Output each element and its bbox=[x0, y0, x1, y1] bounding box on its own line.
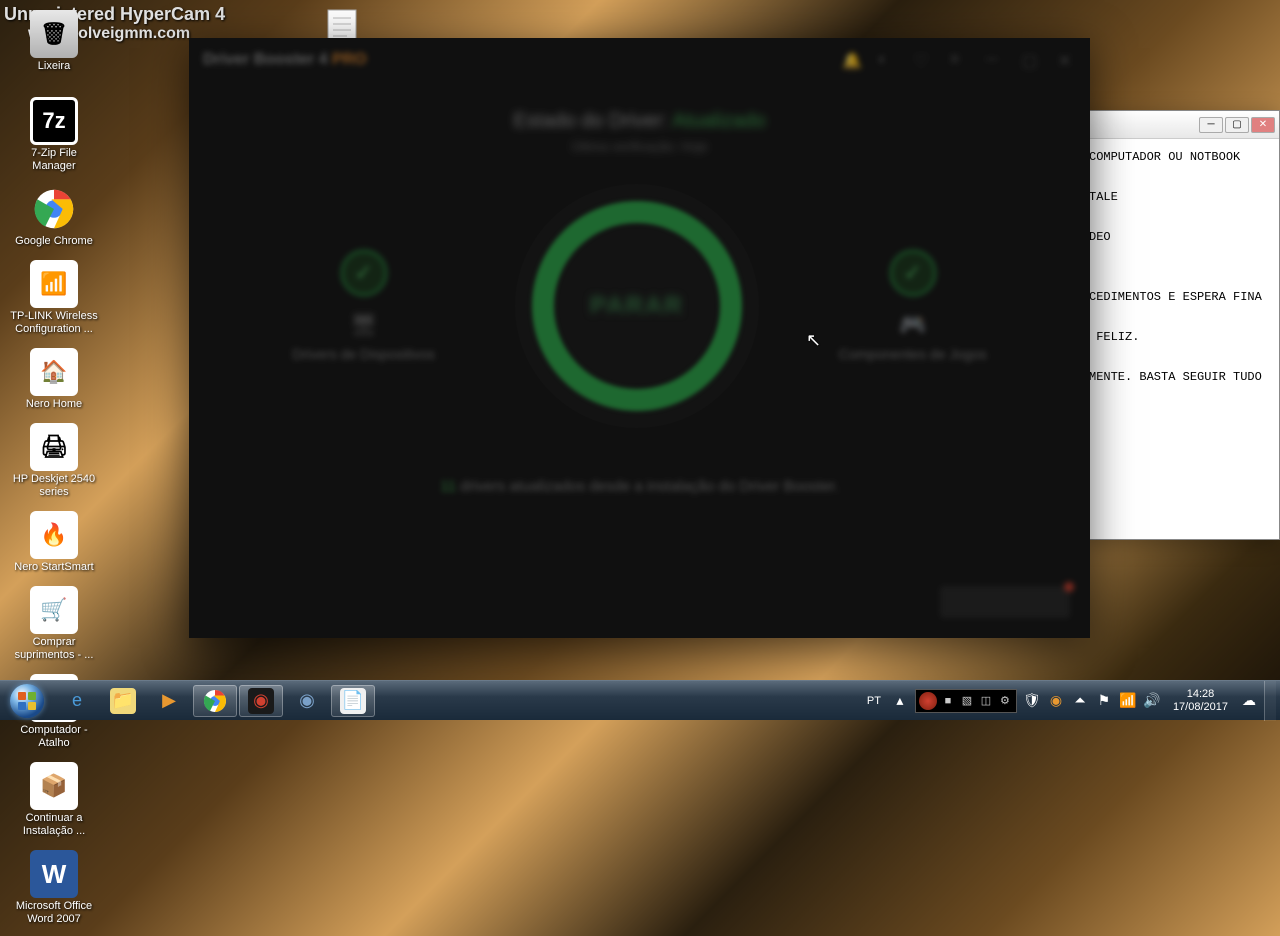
tray-flag-icon[interactable]: ⚑ bbox=[1095, 692, 1113, 710]
tray-cloud-icon[interactable]: ☁ bbox=[1240, 692, 1258, 710]
icon-label: Google Chrome bbox=[15, 235, 93, 248]
menu-icon[interactable]: ≡ bbox=[950, 51, 968, 69]
minimize-button[interactable]: ─ bbox=[1199, 117, 1223, 133]
scan-ring[interactable]: PARAR bbox=[515, 184, 759, 428]
desktop-icon-word[interactable]: WMicrosoft Office Word 2007 bbox=[6, 846, 102, 930]
icon-label: Microsoft Office Word 2007 bbox=[10, 900, 98, 926]
tray-iobit-icon[interactable]: ◉ bbox=[1047, 692, 1065, 710]
like-icon[interactable]: ♡ bbox=[914, 51, 932, 69]
maximize-icon[interactable]: ▢ bbox=[1022, 51, 1040, 69]
icon-label: HP Deskjet 2540 series bbox=[10, 473, 98, 499]
notepad-titlebar[interactable]: ─ ▢ ✕ bbox=[1081, 111, 1279, 139]
tplink-icon: 📶 bbox=[30, 260, 78, 308]
screenshot-icon[interactable]: ▧ bbox=[959, 693, 975, 709]
taskbar-clock[interactable]: 14:28 17/08/2017 bbox=[1167, 688, 1234, 714]
close-icon[interactable]: ✕ bbox=[1058, 51, 1076, 69]
chrome-icon bbox=[30, 185, 78, 233]
db-title: Driver Booster 4 PRO bbox=[203, 51, 367, 69]
lixeira-icon: 🗑 bbox=[30, 10, 78, 58]
monitor-icon: 🖥 bbox=[350, 312, 378, 338]
desktop-icon-7zip[interactable]: 7z7-Zip File Manager bbox=[6, 93, 102, 177]
gamepad-icon: 🎮 bbox=[899, 312, 926, 338]
db-right-caption: Componentes de Jogos bbox=[839, 346, 987, 362]
taskbar-chrome[interactable] bbox=[193, 685, 237, 717]
tray-chevron-up-icon[interactable]: ▴ bbox=[891, 692, 909, 710]
nerohome-icon: 🏠 bbox=[30, 348, 78, 396]
start-button[interactable] bbox=[0, 681, 54, 721]
desktop-icon-lixeira[interactable]: 🗑 Lixeira bbox=[6, 6, 102, 77]
nerostart-icon: 🔥 bbox=[30, 511, 78, 559]
notepad-body[interactable]: COMPUTADOR OU NOTBOOK TALE DEO CEDIMENTO… bbox=[1081, 139, 1279, 395]
comprar-icon: 🛒 bbox=[30, 586, 78, 634]
minimize-icon[interactable]: ─ bbox=[986, 51, 1004, 69]
desktop-icon-comprar[interactable]: 🛒Comprar suprimentos - ... bbox=[6, 582, 102, 666]
notepad-window[interactable]: ─ ▢ ✕ COMPUTADOR OU NOTBOOK TALE DEO CED… bbox=[1080, 110, 1280, 540]
db-left-panel[interactable]: ✓ 🖥 Drivers de Dispositivos bbox=[292, 250, 434, 362]
taskbar[interactable]: e 📁 ▶ ◉ ◉ 📄 PT ▴ ■ ▧ ◫ ⚙ 🛡 ◉ ⏶ ⚑ 📶 🔊 14:… bbox=[0, 680, 1280, 720]
icon-label: TP-LINK Wireless Configuration ... bbox=[10, 310, 98, 336]
taskbar-driverbooster[interactable]: ◉ bbox=[239, 685, 283, 717]
close-button[interactable]: ✕ bbox=[1251, 117, 1275, 133]
check-icon: ✓ bbox=[890, 250, 936, 296]
desktop-icon-tplink[interactable]: 📶TP-LINK Wireless Configuration ... bbox=[6, 256, 102, 340]
icon-label: Comprar suprimentos - ... bbox=[10, 636, 98, 662]
tray-network-icon[interactable]: 📶 bbox=[1119, 692, 1137, 710]
region-icon[interactable]: ◫ bbox=[978, 693, 994, 709]
taskbar-wmplayer[interactable]: ▶ bbox=[147, 685, 191, 717]
desktop-icon-nerostart[interactable]: 🔥 Nero StartSmart bbox=[6, 507, 102, 578]
tray-volume-icon[interactable]: 🔊 bbox=[1143, 692, 1161, 710]
hypercam-recorder[interactable]: ■ ▧ ◫ ⚙ bbox=[915, 689, 1017, 713]
taskbar-ie[interactable]: e bbox=[55, 685, 99, 717]
scan-ring-label: PARAR bbox=[590, 292, 684, 320]
db-titlebar[interactable]: Driver Booster 4 PRO 🔔 ◐ ♡ ≡ ─ ▢ ✕ bbox=[189, 38, 1090, 82]
7zip-icon: 7z bbox=[30, 97, 78, 145]
tray-security-icon[interactable]: 🛡 bbox=[1023, 692, 1041, 710]
tray-chevron-icon[interactable]: ⏶ bbox=[1071, 692, 1089, 710]
hp-icon: 🖨 bbox=[30, 423, 78, 471]
db-action-button[interactable] bbox=[940, 586, 1070, 618]
db-right-panel[interactable]: ✓ 🎮 Componentes de Jogos bbox=[839, 250, 987, 362]
taskbar-explorer[interactable]: 📁 bbox=[101, 685, 145, 717]
desktop-icon-hp[interactable]: 🖨HP Deskjet 2540 series bbox=[6, 419, 102, 503]
word-icon: W bbox=[30, 850, 78, 898]
icon-label: Continuar a Instalação ... bbox=[10, 812, 98, 838]
system-tray: PT ▴ ■ ▧ ◫ ⚙ 🛡 ◉ ⏶ ⚑ 📶 🔊 14:28 17/08/201… bbox=[863, 681, 1280, 720]
settings-icon[interactable]: ⚙ bbox=[997, 693, 1013, 709]
icon-label: Nero Home bbox=[26, 398, 82, 411]
continuar-icon: 📦 bbox=[30, 762, 78, 810]
theme-icon[interactable]: ◐ bbox=[878, 51, 896, 69]
maximize-button[interactable]: ▢ bbox=[1225, 117, 1249, 133]
taskbar-notepad[interactable]: 📄 bbox=[331, 685, 375, 717]
record-icon[interactable] bbox=[919, 692, 937, 710]
desktop: 🗑 Lixeira 7z7-Zip File Manager Google Chrom… bbox=[0, 0, 200, 936]
desktop-icon-chrome[interactable]: Google Chrome bbox=[6, 181, 102, 252]
desktop-icon-nerohome[interactable]: 🏠 Nero Home bbox=[6, 344, 102, 415]
check-icon: ✓ bbox=[341, 250, 387, 296]
notify-icon[interactable]: 🔔 bbox=[842, 51, 860, 69]
icon-label: 7-Zip File Manager bbox=[10, 147, 98, 173]
stop-icon[interactable]: ■ bbox=[940, 693, 956, 709]
db-footer-message: 11 drivers atualizados desde a instalaçã… bbox=[189, 478, 1090, 495]
icon-label: Computador - Atalho bbox=[10, 724, 98, 750]
db-left-caption: Drivers de Dispositivos bbox=[292, 346, 434, 362]
icon-label: Nero StartSmart bbox=[14, 561, 93, 574]
language-indicator[interactable]: PT bbox=[863, 693, 885, 709]
taskbar-chromium[interactable]: ◉ bbox=[285, 685, 329, 717]
db-status: Estado do Driver: Atualizado Última veri… bbox=[189, 110, 1090, 154]
show-desktop-button[interactable] bbox=[1264, 681, 1276, 721]
desktop-icon-continuar[interactable]: 📦Continuar a Instalação ... bbox=[6, 758, 102, 842]
driver-booster-window[interactable]: Driver Booster 4 PRO 🔔 ◐ ♡ ≡ ─ ▢ ✕ Estad… bbox=[189, 38, 1090, 638]
icon-label: Lixeira bbox=[38, 60, 70, 73]
